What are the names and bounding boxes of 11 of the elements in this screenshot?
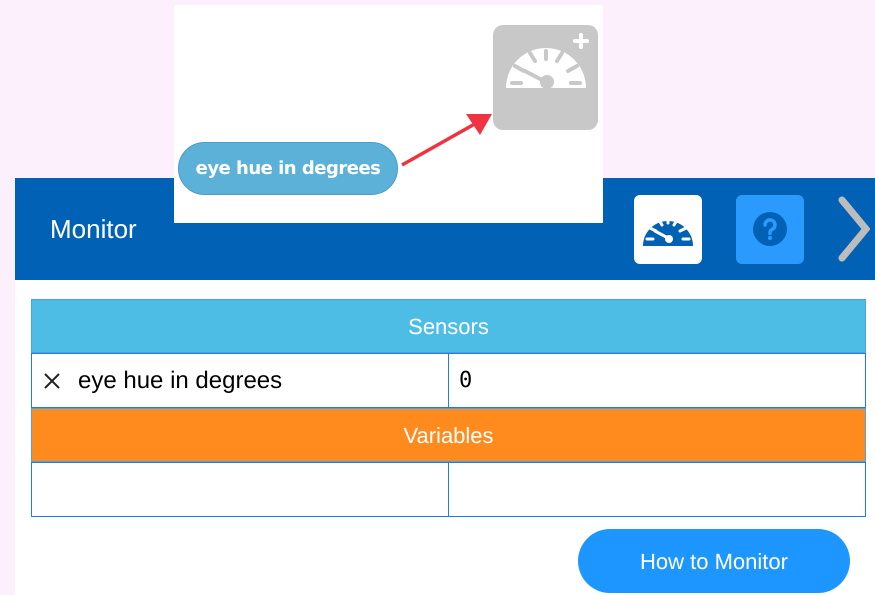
remove-icon[interactable] <box>42 370 62 390</box>
monitor-button[interactable] <box>634 194 702 264</box>
sensor-block: eye hue in degrees <box>178 142 398 195</box>
how-to-monitor-button[interactable]: How to Monitor <box>578 529 850 593</box>
sensor-name: eye hue in degrees <box>78 366 282 396</box>
chevron-right-icon[interactable] <box>838 196 870 262</box>
help-icon <box>753 212 787 246</box>
sensor-value: 0 <box>449 353 866 408</box>
section-header: Variables <box>31 408 866 462</box>
header-title: Monitor <box>50 212 137 246</box>
section-header: Sensors <box>31 299 866 353</box>
